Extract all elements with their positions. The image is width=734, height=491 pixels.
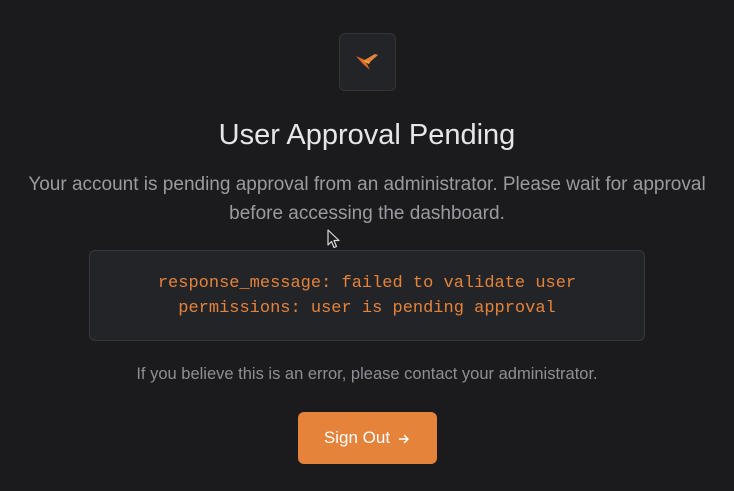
arrow-right-icon — [398, 433, 410, 445]
logo-container — [338, 33, 396, 91]
brand-bird-logo-icon — [356, 54, 378, 70]
page-title: User Approval Pending — [218, 119, 516, 151]
sign-out-button[interactable]: Sign Out — [297, 412, 437, 464]
error-message-text: response_message: failed to validate use… — [157, 273, 577, 318]
error-message-box: response_message: failed to validate use… — [89, 250, 645, 341]
mouse-cursor-icon — [327, 229, 340, 249]
sign-out-label: Sign Out — [323, 428, 391, 447]
help-text: If you believe this is an error, please … — [136, 365, 598, 383]
approval-pending-page: User Approval Pending Your account is pe… — [0, 0, 734, 491]
approval-description: Your account is pending approval from an… — [28, 174, 706, 224]
